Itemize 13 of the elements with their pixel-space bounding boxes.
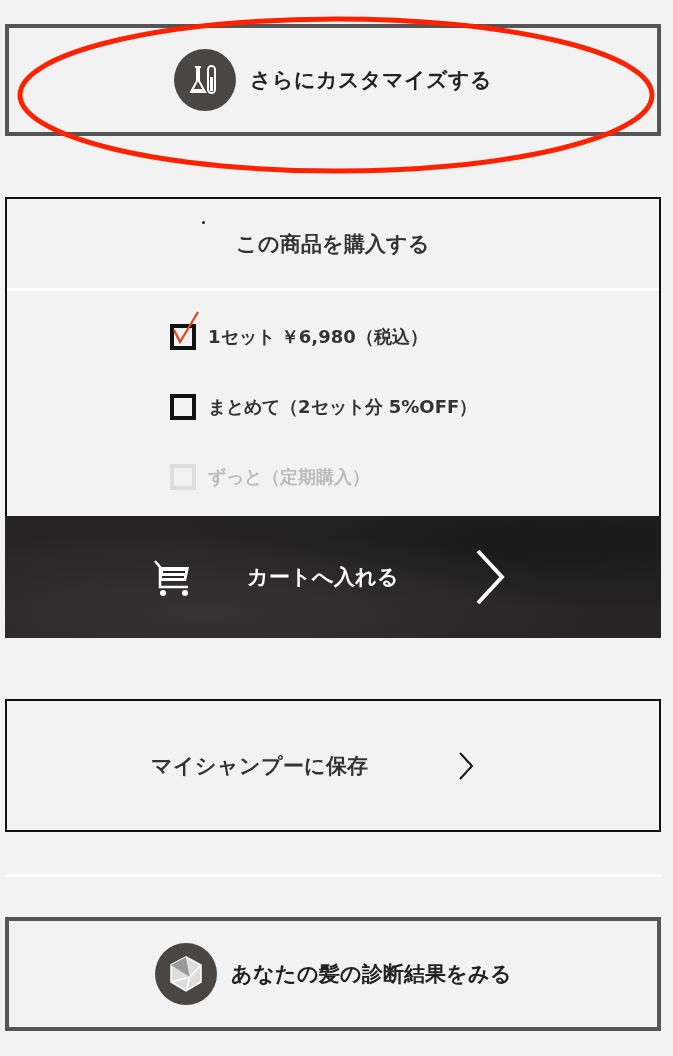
section-title: この商品を購入する bbox=[236, 230, 430, 258]
customize-button[interactable]: さらにカスタマイズする bbox=[5, 24, 661, 136]
dot-mark bbox=[202, 221, 205, 224]
save-button[interactable]: マイシャンプーに保存 bbox=[5, 699, 661, 832]
crystal-icon bbox=[154, 943, 217, 1005]
option-label: まとめて（2セット分 5%OFF） bbox=[208, 395, 478, 419]
cart-button[interactable]: カートへ入れる bbox=[5, 516, 661, 638]
diagnosis-button[interactable]: あなたの髪の診断結果をみる bbox=[5, 917, 661, 1031]
checkbox[interactable] bbox=[170, 310, 200, 350]
chevron-right-icon bbox=[475, 549, 505, 605]
option-label: 1セット ￥6,980（税込） bbox=[208, 325, 428, 349]
flask-icon bbox=[174, 49, 236, 111]
chevron-right-icon bbox=[458, 750, 474, 781]
